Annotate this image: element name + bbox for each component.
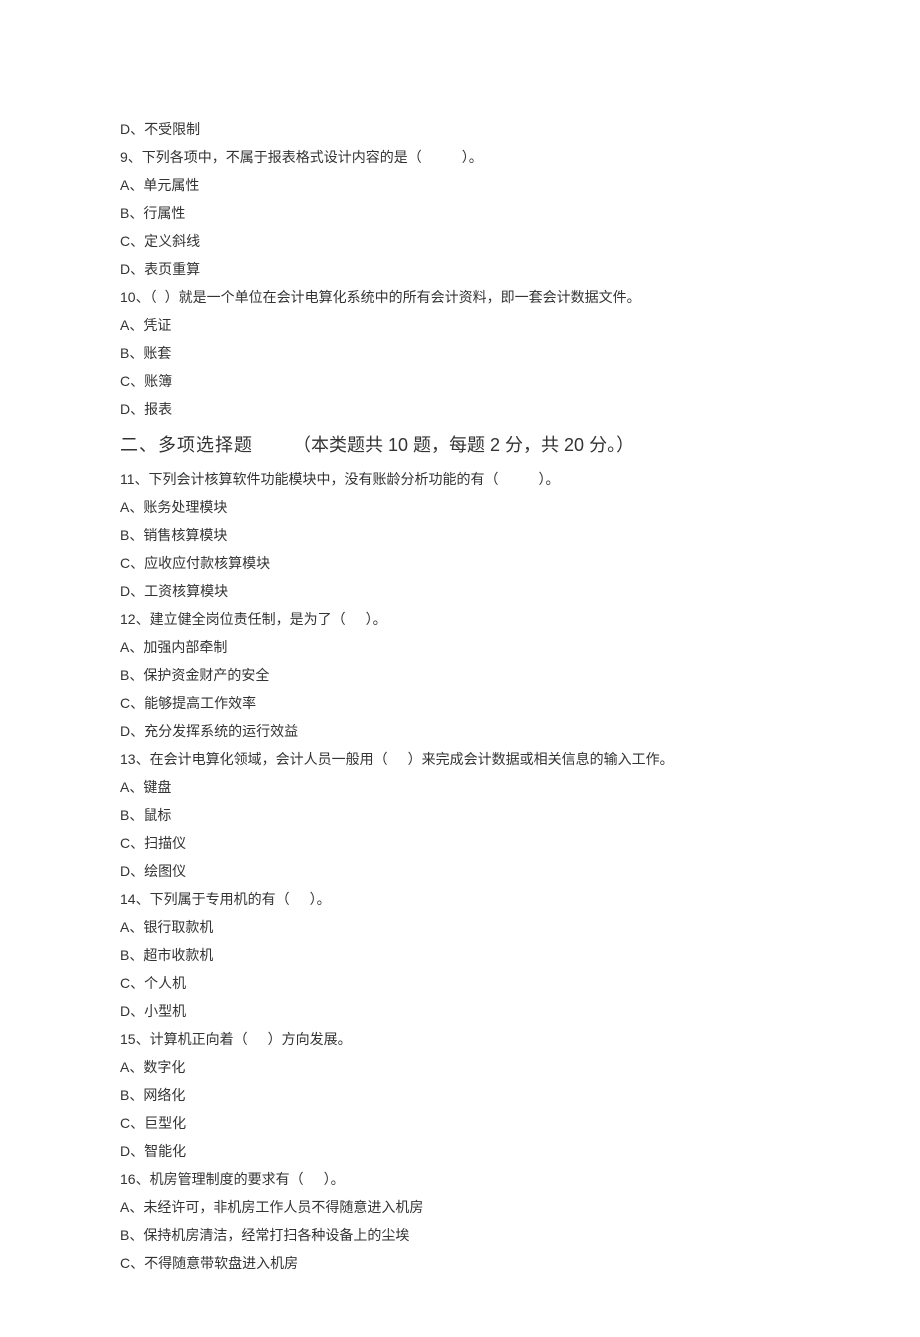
q13-stem: 13、在会计电算化领域，会计人员一般用（ ）来完成会计数据或相关信息的输入工作。 (120, 745, 800, 773)
q13-stem-b: ）来完成会计数据或相关信息的输入工作。 (408, 751, 674, 767)
q12-option-a: A、加强内部牵制 (120, 633, 800, 661)
q10-option-d: D、报表 (120, 395, 800, 423)
q14-option-d: D、小型机 (120, 997, 800, 1025)
q15-option-a: A、数字化 (120, 1053, 800, 1081)
q14-stem: 14、下列属于专用机的有（ ）。 (120, 885, 800, 913)
q16-option-c: C、不得随意带软盘进入机房 (120, 1249, 800, 1277)
q10-option-b: B、账套 (120, 339, 800, 367)
q16-stem: 16、机房管理制度的要求有（ ）。 (120, 1165, 800, 1193)
q9-stem-a: 9、下列各项中，不属于报表格式设计内容的是（ (120, 149, 422, 165)
q11-stem-b: ）。 (539, 471, 560, 487)
q12-option-d: D、充分发挥系统的运行效益 (120, 717, 800, 745)
q11-stem: 11、下列会计核算软件功能模块中，没有账龄分析功能的有（ ）。 (120, 465, 800, 493)
q11-option-a: A、账务处理模块 (120, 493, 800, 521)
q11-stem-a: 11、下列会计核算软件功能模块中，没有账龄分析功能的有（ (120, 471, 499, 487)
section-2-label: 二、多项选择题 (120, 435, 253, 455)
q9-option-d: D、表页重算 (120, 255, 800, 283)
q16-option-a: A、未经许可，非机房工作人员不得随意进入机房 (120, 1193, 800, 1221)
section-2-info-b: 10 题，每题 2 分，共 20 分。） (388, 435, 634, 455)
q13-option-a: A、键盘 (120, 773, 800, 801)
q11-option-c: C、应收应付款核算模块 (120, 549, 800, 577)
q15-stem: 15、计算机正向着（ ）方向发展。 (120, 1025, 800, 1053)
q12-stem: 12、建立健全岗位责任制，是为了（ ）。 (120, 605, 800, 633)
q15-stem-a: 15、计算机正向着（ (120, 1031, 248, 1047)
q9-option-b: B、行属性 (120, 199, 800, 227)
q9-option-a: A、单元属性 (120, 171, 800, 199)
q14-stem-b: ）。 (310, 891, 331, 907)
q14-option-a: A、银行取款机 (120, 913, 800, 941)
q10-stem-a: 10、（ (120, 289, 157, 305)
q14-option-b: B、超市收款机 (120, 941, 800, 969)
q16-option-b: B、保持机房清洁，经常打扫各种设备上的尘埃 (120, 1221, 800, 1249)
q10-stem-b: ）就是一个单位在会计电算化系统中的所有会计资料，即一套会计数据文件。 (165, 289, 641, 305)
section-2-info-a: （本类题共 (293, 435, 383, 455)
q11-option-b: B、销售核算模块 (120, 521, 800, 549)
q10-stem: 10、（ ）就是一个单位在会计电算化系统中的所有会计资料，即一套会计数据文件。 (120, 283, 800, 311)
q13-stem-a: 13、在会计电算化领域，会计人员一般用（ (120, 751, 388, 767)
q11-option-d: D、工资核算模块 (120, 577, 800, 605)
q10-option-a: A、凭证 (120, 311, 800, 339)
q10-option-c: C、账簿 (120, 367, 800, 395)
q13-option-c: C、扫描仪 (120, 829, 800, 857)
q9-stem: 9、下列各项中，不属于报表格式设计内容的是（ ）。 (120, 143, 800, 171)
q15-option-c: C、巨型化 (120, 1109, 800, 1137)
q15-option-b: B、网络化 (120, 1081, 800, 1109)
q15-stem-b: ）方向发展。 (268, 1031, 352, 1047)
q13-option-b: B、鼠标 (120, 801, 800, 829)
q12-stem-a: 12、建立健全岗位责任制，是为了（ (120, 611, 346, 627)
q16-stem-a: 16、机房管理制度的要求有（ (120, 1171, 304, 1187)
q14-option-c: C、个人机 (120, 969, 800, 997)
q13-option-d: D、绘图仪 (120, 857, 800, 885)
q12-stem-b: ）。 (366, 611, 387, 627)
q15-option-d: D、智能化 (120, 1137, 800, 1165)
q12-option-c: C、能够提高工作效率 (120, 689, 800, 717)
q14-stem-a: 14、下列属于专用机的有（ (120, 891, 290, 907)
q12-option-b: B、保护资金财产的安全 (120, 661, 800, 689)
section-2-title: 二、多项选择题 （本类题共 10 题，每题 2 分，共 20 分。） (120, 427, 800, 463)
document-page: D、不受限制 9、下列各项中，不属于报表格式设计内容的是（ ）。 A、单元属性 B… (0, 0, 920, 1337)
q8-option-d: D、不受限制 (120, 115, 800, 143)
q9-option-c: C、定义斜线 (120, 227, 800, 255)
q9-stem-b: ）。 (462, 149, 483, 165)
q16-stem-b: ）。 (324, 1171, 345, 1187)
